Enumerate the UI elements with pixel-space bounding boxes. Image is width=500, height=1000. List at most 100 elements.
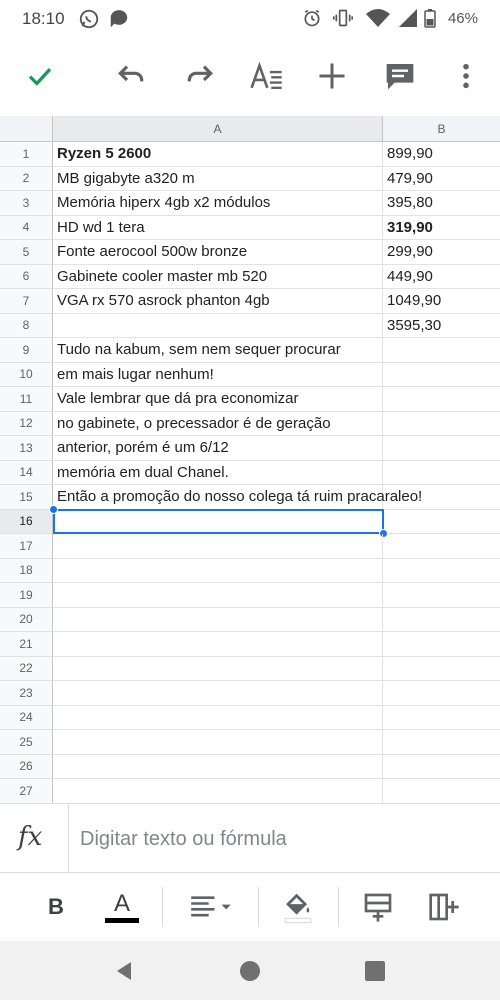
cell-b[interactable] <box>383 779 500 803</box>
row-header[interactable]: 2 <box>0 166 53 191</box>
cell-b[interactable] <box>383 730 500 755</box>
cell-a[interactable] <box>53 681 383 706</box>
row-header[interactable]: 15 <box>0 485 53 510</box>
cell-a[interactable]: Vale lembrar que dá pra economizar <box>53 387 383 412</box>
cell-b[interactable] <box>383 534 500 559</box>
column-header-a[interactable]: A <box>53 116 383 142</box>
row-header[interactable]: 13 <box>0 436 53 461</box>
row-header[interactable]: 27 <box>0 779 53 803</box>
cell-a[interactable] <box>53 632 383 657</box>
cell-b[interactable] <box>383 338 500 363</box>
cell-b[interactable] <box>383 387 500 412</box>
cell-b[interactable] <box>383 559 500 583</box>
row-header[interactable]: 1 <box>0 142 53 167</box>
comment-button[interactable] <box>382 58 418 94</box>
cell-a[interactable] <box>53 509 383 534</box>
cell-b[interactable]: 319,90 <box>383 216 500 240</box>
cell-a[interactable] <box>53 313 383 338</box>
row-header[interactable]: 24 <box>0 705 53 730</box>
row-header[interactable]: 25 <box>0 730 53 755</box>
cell-a[interactable] <box>53 607 383 632</box>
row-header[interactable]: 21 <box>0 632 53 657</box>
cell-a[interactable]: Memória hiperx 4gb x2 módulos <box>53 191 383 216</box>
row-header[interactable]: 9 <box>0 338 53 363</box>
cell-b[interactable] <box>383 436 500 461</box>
fill-color-button[interactable] <box>278 885 318 929</box>
row-header[interactable]: 19 <box>0 583 53 608</box>
row-header[interactable]: 12 <box>0 411 53 436</box>
row-header[interactable]: 14 <box>0 460 53 485</box>
cell-a[interactable]: VGA rx 570 asrock phanton 4gb <box>53 289 383 314</box>
cell-a[interactable] <box>53 779 383 803</box>
cell-b[interactable]: 1049,90 <box>383 289 500 314</box>
redo-button[interactable] <box>182 58 218 94</box>
done-button[interactable] <box>22 58 58 94</box>
row-header[interactable]: 16 <box>0 509 53 534</box>
cell-a[interactable] <box>53 558 383 583</box>
row-header[interactable]: 22 <box>0 656 53 681</box>
cell-a[interactable]: memória em dual Chanel. <box>53 460 383 485</box>
nav-back-button[interactable] <box>111 958 137 984</box>
formula-input[interactable] <box>80 822 480 856</box>
row-header[interactable]: 4 <box>0 215 53 240</box>
row-header[interactable]: 17 <box>0 534 53 559</box>
cell-a[interactable]: Então a promoção do nosso colega tá ruim… <box>53 485 422 510</box>
cell-a[interactable] <box>53 754 383 779</box>
cell-b[interactable]: 3595,30 <box>383 314 500 338</box>
row-header[interactable]: 23 <box>0 681 53 706</box>
row-header[interactable]: 10 <box>0 362 53 387</box>
bold-button[interactable]: B <box>36 885 76 929</box>
row-header[interactable]: 3 <box>0 191 53 216</box>
cell-b[interactable] <box>383 485 500 510</box>
cell-a[interactable]: HD wd 1 tera <box>53 215 383 240</box>
cell-a[interactable]: Tudo na kabum, sem nem sequer procurar <box>53 338 383 363</box>
cell-b[interactable] <box>383 412 500 436</box>
cell-b[interactable] <box>383 706 500 730</box>
cell-b[interactable] <box>383 608 500 632</box>
cell-a[interactable] <box>53 730 383 755</box>
cell-a[interactable] <box>53 705 383 730</box>
insert-row-button[interactable] <box>358 885 398 929</box>
row-header[interactable]: 6 <box>0 264 53 289</box>
align-button[interactable] <box>184 885 238 929</box>
insert-column-button[interactable] <box>424 885 464 929</box>
text-format-button[interactable] <box>248 58 284 94</box>
cell-a[interactable]: MB gigabyte a320 m <box>53 166 383 191</box>
cell-a[interactable]: no gabinete, o precessador é de geração <box>53 411 383 436</box>
cell-b[interactable] <box>383 363 500 387</box>
nav-home-button[interactable] <box>237 958 263 984</box>
cell-a[interactable] <box>53 656 383 681</box>
cell-a[interactable]: Gabinete cooler master mb 520 <box>53 264 383 289</box>
cell-b[interactable] <box>383 657 500 681</box>
cell-a[interactable]: Ryzen 5 2600 <box>53 142 383 167</box>
add-button[interactable] <box>314 58 350 94</box>
cell-b[interactable] <box>383 510 500 534</box>
cell-a[interactable] <box>53 583 383 608</box>
cell-b[interactable]: 395,80 <box>383 191 500 216</box>
select-all-corner[interactable] <box>0 116 53 142</box>
undo-button[interactable] <box>113 58 149 94</box>
row-header[interactable]: 26 <box>0 754 53 779</box>
cell-b[interactable] <box>383 632 500 657</box>
cell-a[interactable]: em mais lugar nenhum! <box>53 362 383 387</box>
cell-b[interactable] <box>383 583 500 608</box>
text-color-button[interactable]: A <box>100 885 144 929</box>
cell-a[interactable]: Fonte aerocool 500w bronze <box>53 240 383 265</box>
more-options-button[interactable] <box>448 58 484 94</box>
cell-b[interactable] <box>383 755 500 779</box>
row-header[interactable]: 11 <box>0 387 53 412</box>
column-header-b[interactable]: B <box>383 116 500 142</box>
cell-b[interactable] <box>383 681 500 706</box>
row-header[interactable]: 5 <box>0 240 53 265</box>
cell-b[interactable]: 449,90 <box>383 265 500 289</box>
cell-b[interactable]: 899,90 <box>383 142 500 167</box>
cell-a[interactable] <box>53 534 383 559</box>
cell-b[interactable]: 299,90 <box>383 240 500 265</box>
cell-b[interactable]: 479,90 <box>383 167 500 191</box>
row-header[interactable]: 7 <box>0 289 53 314</box>
cell-a[interactable]: anterior, porém é um 6/12 <box>53 436 383 461</box>
row-header[interactable]: 18 <box>0 558 53 583</box>
nav-recents-button[interactable] <box>362 958 388 984</box>
row-header[interactable]: 8 <box>0 313 53 338</box>
row-header[interactable]: 20 <box>0 607 53 632</box>
